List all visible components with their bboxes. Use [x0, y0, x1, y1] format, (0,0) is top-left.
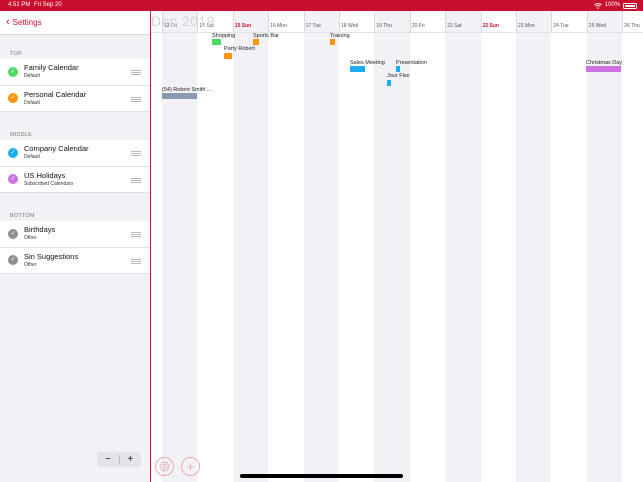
day-divider: [374, 11, 376, 33]
section-title-top: TOP: [10, 51, 22, 57]
gear-icon[interactable]: [155, 457, 174, 476]
drag-handle-icon[interactable]: [131, 70, 141, 75]
day-label[interactable]: 25 Wed: [589, 23, 606, 29]
drag-handle-icon[interactable]: [131, 258, 141, 264]
checkmark-icon: ✓: [8, 147, 18, 158]
calendar-type: Default: [24, 99, 40, 106]
day-column-shade: [445, 11, 481, 482]
day-column-shade: [232, 11, 269, 482]
day-label[interactable]: 21 Sat: [447, 23, 461, 29]
calendar-type: Subscribed Calendars: [24, 180, 74, 187]
calendar-type: Default: [24, 154, 40, 161]
event-bar[interactable]: [224, 53, 232, 59]
battery-percent: 100%: [604, 2, 620, 8]
day-divider: [622, 11, 624, 33]
drag-handle-icon[interactable]: [131, 177, 141, 183]
calendar-row-family[interactable]: ✓ Family Calendar Default: [0, 59, 150, 86]
drag-handle-icon[interactable]: [131, 151, 141, 156]
checkmark-icon: ✓: [8, 255, 18, 266]
calendar-row-us-holidays[interactable]: ✓ US Holidays Subscribed Calendars: [0, 166, 150, 193]
event-bar[interactable]: [387, 80, 391, 86]
checkmark-icon: ✓: [8, 93, 18, 104]
day-divider: [516, 11, 517, 33]
back-label: Settings: [12, 18, 42, 27]
calendar-name: Personal Calendar: [24, 89, 87, 99]
day-label[interactable]: 19 Thu: [376, 23, 391, 29]
event-bar[interactable]: [253, 39, 259, 45]
day-label[interactable]: 26 Thu: [624, 23, 639, 29]
event-bar[interactable]: [586, 66, 621, 72]
calendar-type: Default: [24, 73, 40, 80]
calendar-name: Birthdays: [24, 225, 56, 235]
calendar-type: Other: [24, 235, 37, 242]
day-divider: [586, 11, 588, 33]
day-label[interactable]: 18 Wed: [341, 23, 358, 29]
day-label[interactable]: 22 Sun: [483, 23, 499, 29]
calendar-list-sidebar: ‹ Settings TOP ✓ Family Calendar Default…: [0, 11, 151, 482]
event-title[interactable]: Jour Fixe: [387, 73, 410, 79]
section-title-bottom: BOTTOM: [10, 213, 35, 219]
calendar-name: US Holidays: [24, 170, 66, 180]
day-divider: [480, 11, 482, 33]
calendar-type: Other: [24, 261, 37, 268]
timeline-view[interactable]: 13 Fri 14 Sat 15 Sun 16 Mon 17 Tue 18 Wed 19 T…: [151, 11, 643, 482]
event-title[interactable]: Party Robert: [224, 46, 255, 52]
status-date: Fri Sep 20: [34, 2, 62, 8]
checkmark-icon: ✓: [8, 228, 18, 239]
day-divider: [232, 11, 234, 33]
calendar-row-personal[interactable]: ✓ Personal Calendar Default: [0, 85, 150, 112]
zoom-out-button[interactable]: −: [97, 452, 119, 467]
day-column-shade: [303, 11, 339, 482]
day-column-shade: [162, 11, 198, 482]
wifi-icon: [593, 2, 602, 9]
zoom-in-button[interactable]: +: [120, 452, 142, 467]
status-right: 100%: [593, 0, 637, 11]
calendar-row-birthdays[interactable]: ✓ Birthdays Other: [0, 221, 150, 248]
zoom-stepper: − +: [97, 452, 141, 467]
day-divider: [268, 11, 270, 33]
event-bar[interactable]: [162, 93, 197, 99]
drag-handle-icon[interactable]: [131, 96, 141, 102]
calendar-name: Company Calendar: [24, 144, 89, 154]
event-bar[interactable]: [396, 66, 400, 72]
day-divider: [551, 11, 553, 33]
event-bar[interactable]: [350, 66, 365, 72]
checkmark-icon: ✓: [8, 174, 18, 185]
day-divider: [339, 11, 340, 33]
gear-icon-shape: [159, 460, 170, 473]
day-divider: [303, 11, 305, 33]
event-bar[interactable]: [212, 39, 221, 45]
chevron-left-icon: ‹: [6, 16, 10, 28]
day-column-shade: [516, 11, 552, 482]
day-label[interactable]: 20 Fri: [412, 23, 425, 29]
section-title-middle: MIDDLE: [10, 132, 32, 138]
event-title[interactable]: Presentation: [396, 60, 427, 66]
status-time: 4:51 PM: [8, 2, 31, 8]
day-divider: [409, 11, 411, 33]
day-divider: [445, 11, 447, 33]
day-label[interactable]: 17 Tue: [306, 23, 321, 29]
plus-icon[interactable]: +: [181, 457, 200, 476]
calendar-name: Siri Suggestions: [24, 251, 79, 261]
battery-icon: [623, 2, 637, 9]
day-label[interactable]: 24 Tue: [553, 23, 568, 29]
checkmark-icon: ✓: [8, 66, 18, 77]
calendar-row-siri[interactable]: ✓ Siri Suggestions Other: [0, 247, 150, 274]
event-bar[interactable]: [330, 39, 335, 45]
month-title: Dec 2019: [151, 13, 215, 29]
day-column-shade: [586, 11, 623, 482]
drag-handle-icon[interactable]: [131, 232, 141, 237]
status-bar: 4:51 PM Fri Sep 20 100%: [0, 0, 643, 11]
calendar-row-company[interactable]: ✓ Company Calendar Default: [0, 140, 150, 167]
day-label[interactable]: 16 Mon: [270, 23, 287, 29]
calendar-name: Family Calendar: [24, 63, 79, 73]
settings-back-button[interactable]: ‹ Settings: [0, 11, 150, 35]
day-label[interactable]: 15 Sun: [235, 23, 251, 29]
day-label[interactable]: 23 Mon: [518, 23, 535, 29]
home-indicator: [240, 474, 403, 478]
day-column-shade: [374, 11, 410, 482]
